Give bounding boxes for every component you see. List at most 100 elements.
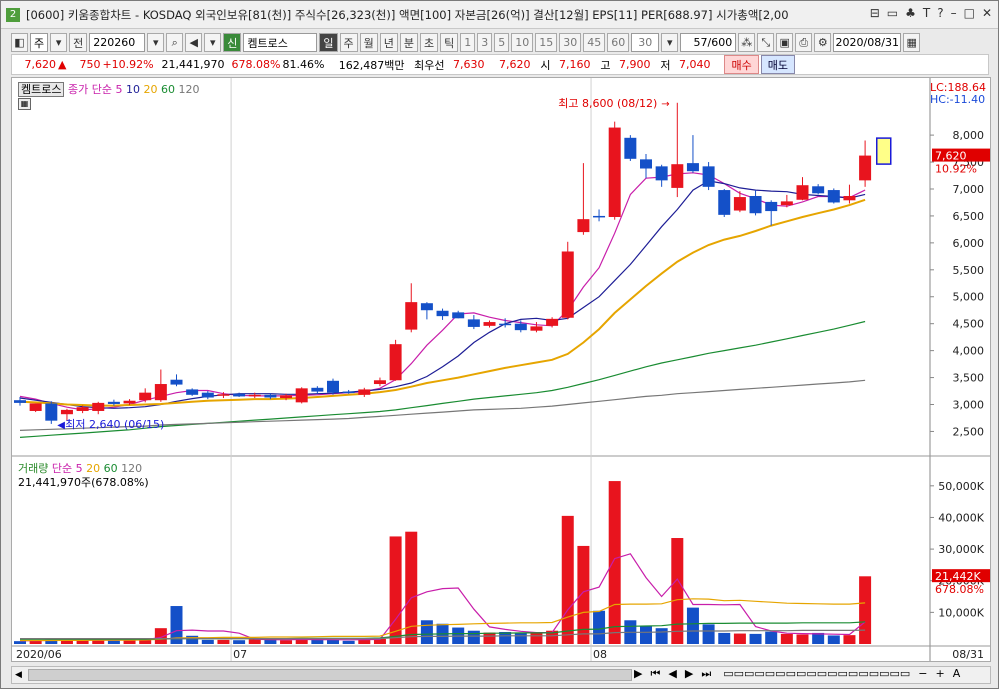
- price-tick-label: 4,000: [953, 345, 985, 358]
- volume-pct: 678.08%: [231, 58, 281, 71]
- candle-body: [92, 402, 105, 411]
- candle-body: [624, 137, 637, 159]
- date-label: 2020/06: [16, 648, 62, 661]
- interval-15[interactable]: 15: [535, 33, 558, 52]
- credit-badge[interactable]: 신: [223, 33, 242, 52]
- chart-menu-icon[interactable]: ◧: [11, 33, 28, 52]
- scroll-left-icon[interactable]: ◀: [15, 670, 22, 680]
- interval-dropdown-icon[interactable]: ▾: [661, 33, 679, 52]
- last-page-icon[interactable]: ⏭: [701, 667, 711, 681]
- candle-body: [718, 190, 731, 215]
- prev-page-icon[interactable]: ◀: [668, 667, 676, 681]
- font-icon[interactable]: T: [923, 6, 930, 20]
- price-tick-label: 7,000: [953, 183, 985, 196]
- chevron-down-icon[interactable]: ▾: [50, 33, 68, 52]
- period-select[interactable]: 주: [30, 33, 49, 52]
- candle-body: [264, 394, 277, 398]
- candle-body: [514, 323, 527, 331]
- print-icon[interactable]: ⎙: [795, 33, 813, 52]
- candle-body: [248, 394, 261, 397]
- stock-code-input[interactable]: 220260: [89, 33, 146, 52]
- trade-amount: 162,487백만: [338, 58, 405, 72]
- close-icon[interactable]: ✕: [982, 6, 992, 20]
- restore-icon[interactable]: ▭: [887, 6, 898, 20]
- gear-icon[interactable]: ⚙: [814, 33, 832, 52]
- unit-tick[interactable]: 틱: [440, 33, 459, 52]
- minimize-icon[interactable]: –: [951, 6, 957, 20]
- chart-area[interactable]: 8,000 7,500 7,000 6,500 6,000 5,500 5,000 4,500…: [11, 77, 991, 662]
- draw-tool-icon[interactable]: ⤡: [757, 33, 775, 52]
- table-icon[interactable]: ▦: [18, 98, 31, 110]
- interval-input[interactable]: 30: [631, 33, 660, 52]
- interval-30[interactable]: 30: [559, 33, 582, 52]
- candle-body: [530, 326, 543, 331]
- sound-icon[interactable]: ◀: [185, 33, 203, 52]
- zoom-track[interactable]: ▭▭▭▭▭▭▭▭▭▭▭▭▭▭▭▭▭▭: [723, 667, 910, 681]
- volume-bar: [640, 626, 652, 644]
- price-tick-label: 5,000: [953, 291, 985, 304]
- candle-body: [733, 197, 746, 211]
- candle-body: [327, 380, 339, 393]
- zoom-in-icon[interactable]: +: [936, 667, 945, 681]
- search-icon[interactable]: ⌕: [166, 33, 184, 52]
- price-volume-chart[interactable]: 8,0007,5007,0006,5006,0005,5005,0004,500…: [12, 78, 990, 661]
- date-label: 08: [593, 648, 607, 661]
- first-page-icon[interactable]: ⏮: [650, 667, 660, 681]
- unit-minute[interactable]: 분: [399, 33, 418, 52]
- price-tick-label: 6,500: [953, 210, 985, 223]
- chart-scrollbar[interactable]: ◀ ▶ ⏮ ◀ ▶ ⏭ ▭▭▭▭▭▭▭▭▭▭▭▭▭▭▭▭▭▭ − + A: [11, 666, 991, 684]
- candle-body: [546, 318, 559, 326]
- volume-current-label: 21,441,970주(678.08%): [18, 476, 149, 489]
- volume-bar: [530, 633, 543, 644]
- font-size-icon[interactable]: A: [953, 667, 961, 681]
- sound-dropdown-icon[interactable]: ▾: [204, 33, 222, 52]
- interval-60[interactable]: 60: [607, 33, 630, 52]
- current-price-pct: 10.92%: [935, 163, 977, 176]
- unit-week[interactable]: 주: [339, 33, 358, 52]
- save-icon[interactable]: ▣: [776, 33, 794, 52]
- ask-price: 7,630: [452, 58, 485, 71]
- date-input[interactable]: 2020/08/31: [833, 33, 902, 52]
- candle-body: [796, 185, 809, 200]
- prev-button[interactable]: 전: [69, 33, 88, 52]
- unit-second[interactable]: 초: [420, 33, 439, 52]
- calendar-icon[interactable]: ▦: [903, 33, 921, 52]
- price-legend: 켐트로스 종가 단순 5 10 20 60 120: [18, 81, 199, 97]
- title-bar: 2 [0600] 키움종합차트 - KOSDAQ 외국인보유[81(천)] 주식…: [1, 1, 998, 29]
- link-icon[interactable]: ♣: [905, 6, 916, 20]
- price-ma-60: 60: [160, 83, 175, 96]
- count-field[interactable]: 57/600: [680, 33, 737, 52]
- volume-tick-label: 50,000K: [938, 480, 984, 493]
- unit-year[interactable]: 년: [379, 33, 398, 52]
- help-icon[interactable]: ?: [937, 6, 943, 20]
- scroll-right-icon[interactable]: ▶: [634, 667, 642, 681]
- candle-body: [107, 401, 120, 404]
- price-legend-title[interactable]: 켐트로스: [18, 82, 65, 97]
- zoom-out-icon[interactable]: −: [918, 667, 927, 681]
- code-dropdown-icon[interactable]: ▾: [147, 33, 165, 52]
- interval-3[interactable]: 3: [477, 33, 493, 52]
- interval-45[interactable]: 45: [583, 33, 606, 52]
- high-price: 7,900: [618, 58, 651, 71]
- candle-body: [702, 166, 715, 187]
- interval-5[interactable]: 5: [494, 33, 510, 52]
- sell-button[interactable]: 매도: [760, 55, 795, 74]
- next-page-icon[interactable]: ▶: [685, 667, 693, 681]
- buy-button[interactable]: 매수: [724, 55, 759, 74]
- indicator-icon[interactable]: ⁂: [738, 33, 756, 52]
- volume-tick-label: 30,000K: [938, 543, 984, 556]
- price-ma-120: 120: [178, 83, 200, 96]
- price-ma-label: 종가 단순: [67, 83, 112, 96]
- price-ma-5: 5: [115, 83, 123, 96]
- interval-10[interactable]: 10: [511, 33, 534, 52]
- layout-icon[interactable]: ⊟: [870, 6, 880, 20]
- scroll-track[interactable]: [28, 669, 632, 681]
- unit-day[interactable]: 일: [319, 33, 338, 52]
- navigation-controls: ▶ ⏮ ◀ ▶ ⏭ ▭▭▭▭▭▭▭▭▭▭▭▭▭▭▭▭▭▭ − + A: [634, 667, 960, 681]
- candle-body: [389, 344, 402, 381]
- volume-bar: [655, 628, 668, 644]
- maximize-icon[interactable]: □: [964, 6, 975, 20]
- interval-1[interactable]: 1: [460, 33, 476, 52]
- chart-window: 2 [0600] 키움종합차트 - KOSDAQ 외국인보유[81(천)] 주식…: [0, 0, 999, 689]
- unit-month[interactable]: 월: [359, 33, 378, 52]
